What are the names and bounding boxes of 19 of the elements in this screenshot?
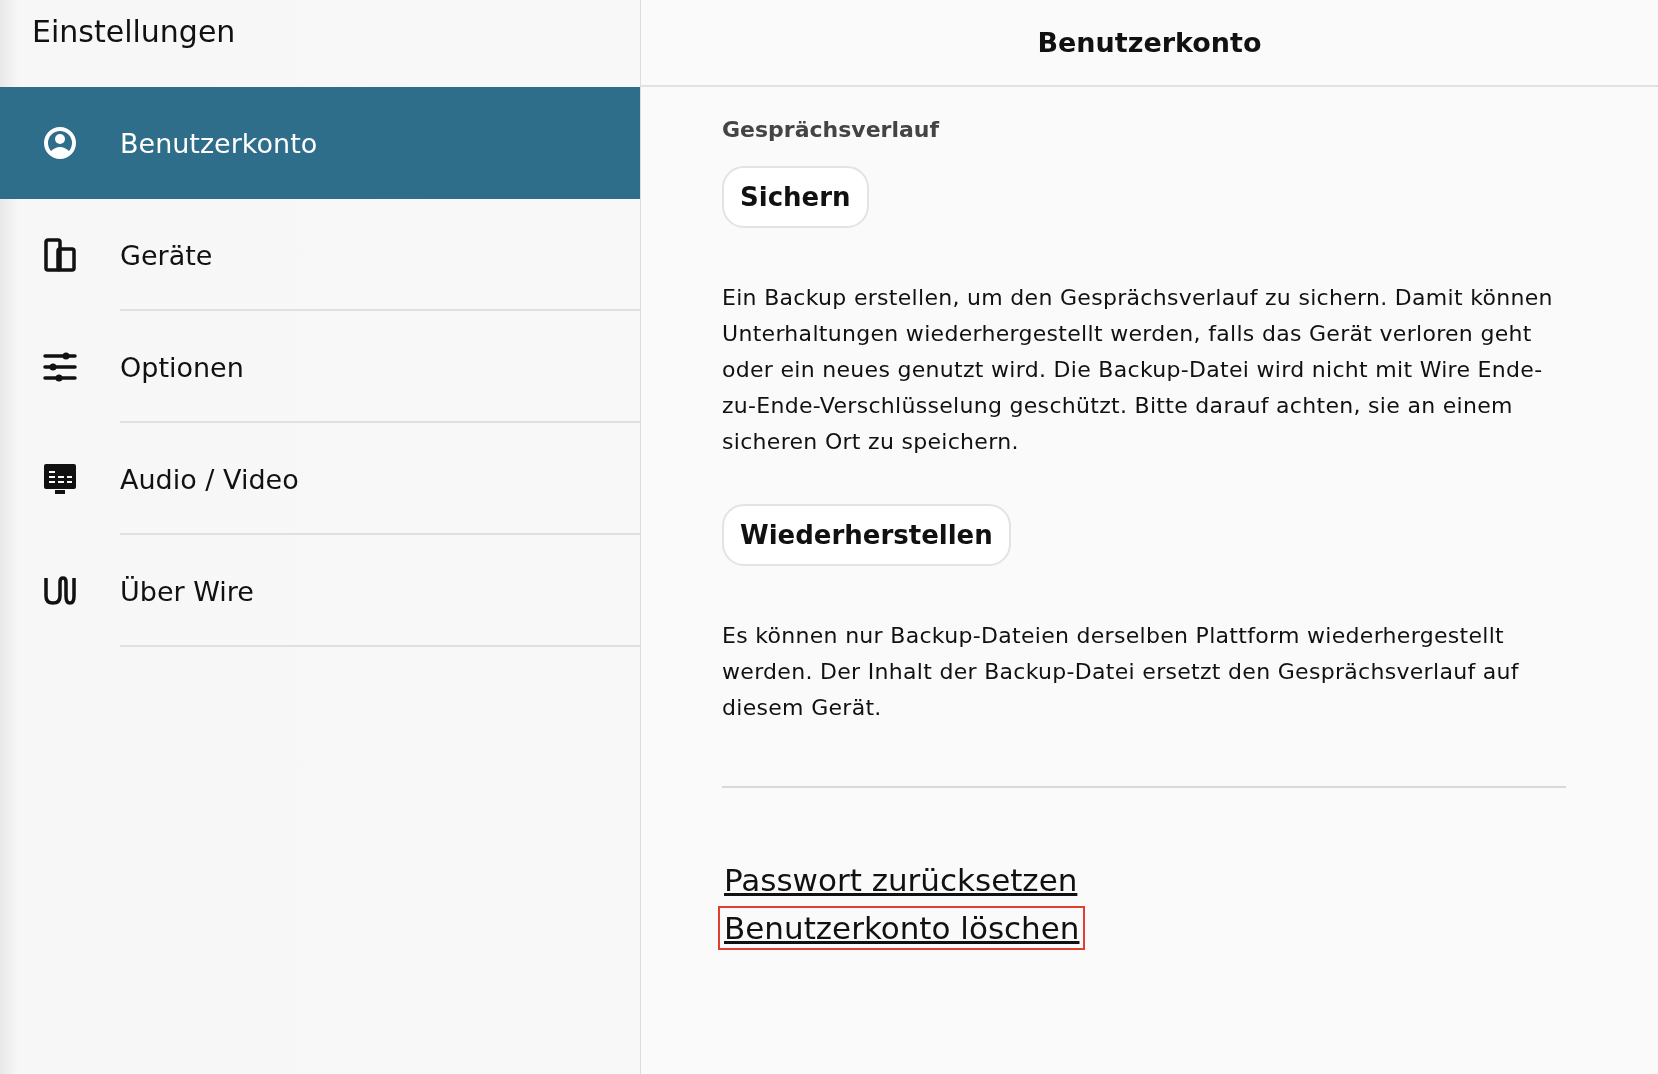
sidebar-item[interactable]: Geräte [0,199,640,311]
devices-icon [43,238,77,272]
sliders-icon [43,352,77,382]
action-button[interactable]: Sichern [722,166,869,228]
page-title: Benutzerkonto [1037,27,1262,58]
monitor-icon [43,462,77,496]
action-button[interactable]: Wiederherstellen [722,504,1011,566]
user-circle-icon [43,126,77,160]
text-link[interactable]: Benutzerkonto löschen [718,906,1086,950]
sidebar-item[interactable]: Benutzerkonto [0,87,640,199]
description-text: Es können nur Backup-Dateien derselben Plattform wiederhergestellt werden. Der Inhalt der Backup-Datei ersetzt den Gesprächsverlauf auf diesem Gerät. [722,622,1520,722]
text-link[interactable]: Passwort zurücksetzen [718,858,1084,902]
sidebar-item[interactable]: Audio / Video [0,423,640,535]
sidebar-title: Einstellungen [31,13,237,51]
sidebar-item[interactable]: Optionen [0,311,640,423]
section-heading: Gesprächsverlauf [722,117,941,142]
w-logo-icon [43,576,77,606]
description-text: Ein Backup erstellen, um den Gesprächsverlauf zu sichern. Damit können Unterhaltungen wiederhergestellt werden, falls das Gerät verloren geht oder ein neues genutzt wird. Die Backup-Datei wird nicht mit Wire Ende-zu-Ende-Verschlüsselung geschützt. Bitte darauf achten, sie an einem sicheren Ort zu speichern. [722,284,1554,456]
sidebar-item[interactable]: Über Wire [0,535,640,647]
